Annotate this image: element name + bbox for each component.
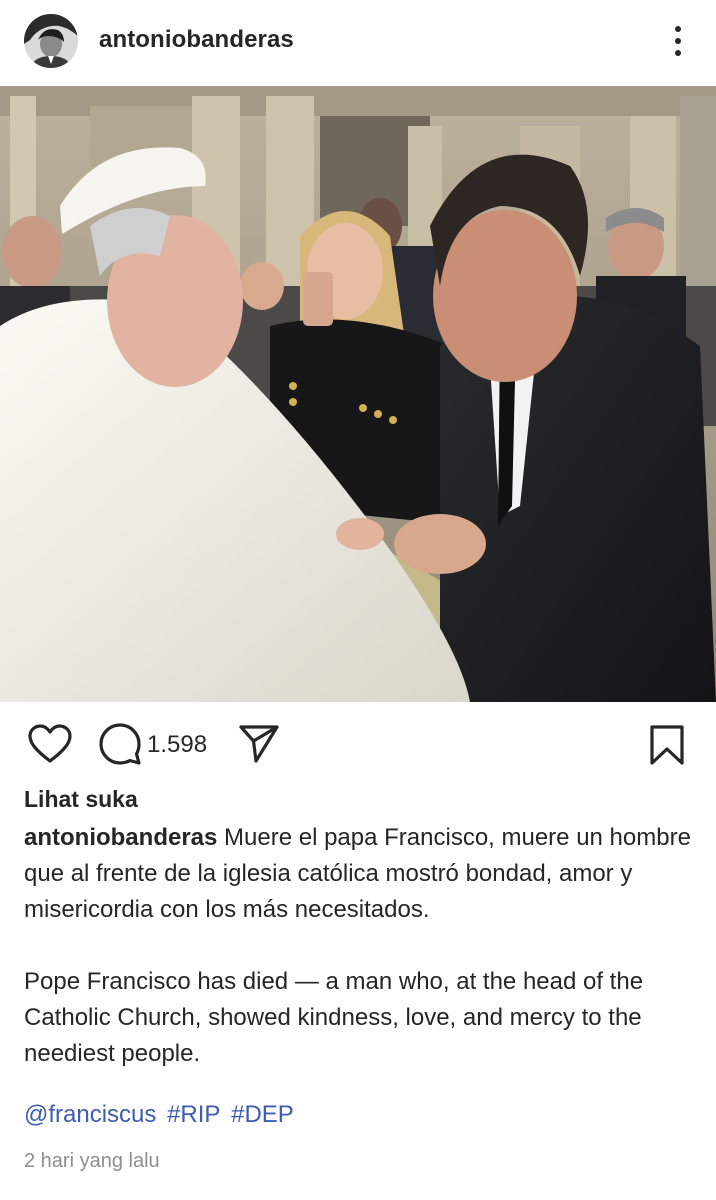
caption-english-text: Pope Francisco has died — a man who, at … — [24, 968, 644, 1067]
post-header: antoniobanderas — [0, 0, 716, 86]
caption-spanish-paragraph: antoniobanderas Muere el papa Francisco,… — [24, 820, 694, 928]
caption-username[interactable]: antoniobanderas — [24, 824, 217, 851]
hashtag-link[interactable]: #RIP — [167, 1101, 220, 1128]
photo-illustration — [0, 86, 716, 702]
post-caption: antoniobanderas Muere el papa Francisco,… — [24, 820, 694, 1072]
bookmark-icon[interactable] — [648, 724, 686, 766]
hashtag-link[interactable]: #DEP — [231, 1101, 294, 1128]
comment-icon[interactable] — [98, 722, 142, 766]
more-options-icon[interactable] — [664, 22, 692, 60]
see-likes-link[interactable]: Lihat suka — [24, 786, 138, 813]
profile-avatar[interactable] — [24, 14, 78, 68]
post-actions-bar: 1.598 — [0, 702, 716, 786]
mention-link[interactable]: @franciscus — [24, 1101, 156, 1128]
comment-count: 1.598 — [147, 731, 208, 758]
post-username[interactable]: antoniobanderas — [99, 26, 294, 54]
caption-tags: @franciscus #RIP #DEP — [24, 1101, 294, 1129]
avatar-image — [24, 14, 78, 68]
heart-icon[interactable] — [28, 724, 72, 764]
send-icon[interactable] — [238, 724, 280, 764]
post-timestamp: 2 hari yang lalu — [24, 1150, 160, 1172]
post-photo[interactable] — [0, 86, 716, 702]
